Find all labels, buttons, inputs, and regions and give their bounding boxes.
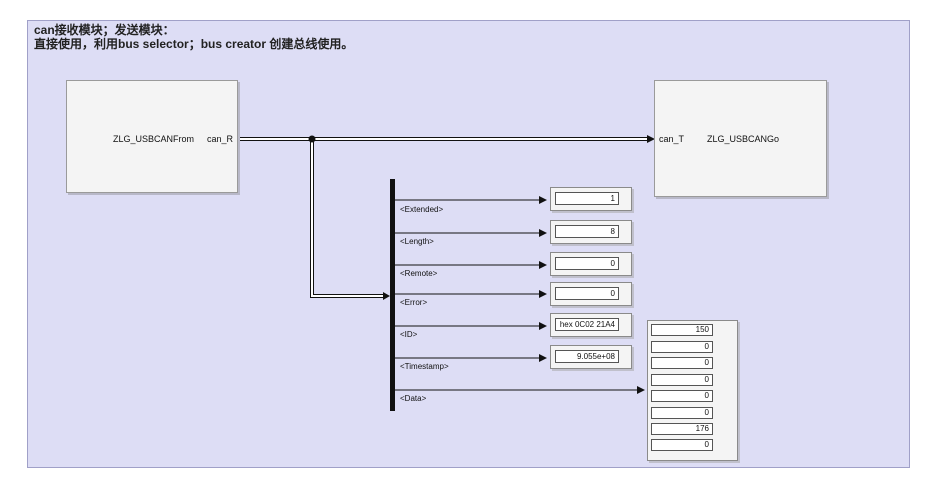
display-timestamp[interactable]: 9.055e+08 [550, 345, 632, 369]
bus-selector[interactable] [390, 179, 395, 411]
diagram-wires [236, 135, 655, 394]
signal-label-remote: <Remote> [400, 269, 438, 278]
display-data[interactable]: 150 0 0 0 0 0 176 0 [647, 320, 738, 461]
data-cell: 0 [651, 374, 713, 386]
display-remote[interactable]: 0 [550, 252, 632, 276]
signal-label-data: <Data> [400, 394, 427, 403]
signal-label-error: <Error> [400, 298, 428, 307]
display-id[interactable]: hex 0C02 21A4 [550, 313, 632, 337]
display-value: 8 [555, 225, 619, 238]
from-block-name: ZLG_USBCANFrom [113, 134, 195, 144]
bus-wire-main[interactable] [236, 135, 655, 143]
data-cell: 0 [651, 390, 713, 402]
signal-label-timestamp: <Timestamp> [400, 362, 449, 371]
zlg-usbcan-go-block[interactable]: can_T ZLG_USBCANGo [654, 80, 827, 197]
data-cell: 0 [651, 439, 713, 451]
go-input-port-label: can_T [659, 134, 685, 144]
display-value: 0 [555, 257, 619, 270]
display-value: 9.055e+08 [555, 350, 619, 363]
display-error[interactable]: 0 [550, 282, 632, 306]
data-cell: 150 [651, 324, 713, 336]
go-block-name: ZLG_USBCANGo [707, 134, 780, 144]
signal-label-id: <ID> [400, 330, 418, 339]
from-output-port-label: can_R [207, 134, 234, 144]
data-cell: 0 [651, 357, 713, 369]
display-value: hex 0C02 21A4 [555, 318, 619, 331]
signal-label-extended: <Extended> [400, 205, 444, 214]
display-value: 0 [555, 287, 619, 300]
data-cell: 176 [651, 423, 713, 435]
data-cell: 0 [651, 341, 713, 353]
bus-wire-branch[interactable] [310, 139, 390, 300]
display-value: 1 [555, 192, 619, 205]
signal-label-length: <Length> [400, 237, 434, 246]
display-extended[interactable]: 1 [550, 187, 632, 211]
branch-point [308, 135, 316, 143]
data-cell: 0 [651, 407, 713, 419]
display-length[interactable]: 8 [550, 220, 632, 244]
zlg-usbcan-from-block[interactable]: ZLG_USBCANFrom can_R [66, 80, 238, 193]
